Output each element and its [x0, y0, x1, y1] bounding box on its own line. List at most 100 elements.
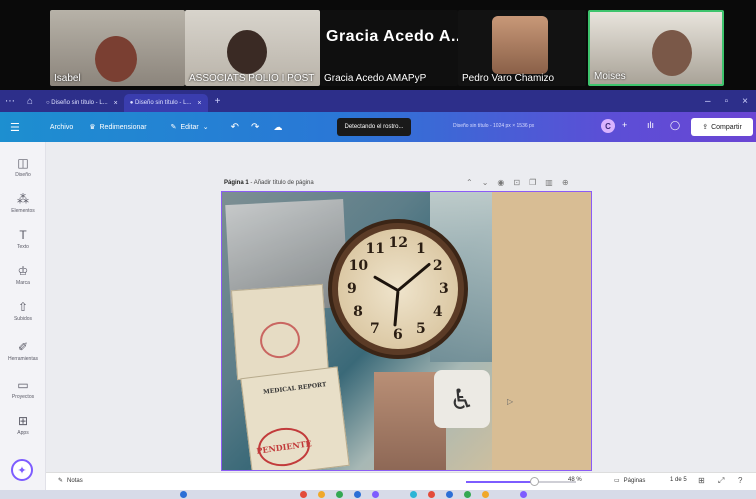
- more-icon[interactable]: ⋯: [0, 96, 20, 107]
- lock-icon[interactable]: ⊡: [513, 178, 520, 187]
- minimize-icon[interactable]: –: [705, 96, 711, 107]
- clock-numeral: 10: [348, 258, 369, 274]
- pages-button[interactable]: ▭ Páginas: [614, 477, 645, 485]
- taskbar-app-icon[interactable]: [520, 491, 527, 498]
- taskbar-app-icon[interactable]: [410, 491, 417, 498]
- sidebar-item-label: Diseño: [15, 172, 31, 178]
- sidebar-item-apps[interactable]: ⊞ Apps: [0, 414, 46, 436]
- participant-name: Gracia Acedo AMAPyP: [324, 73, 427, 84]
- help-icon[interactable]: ?: [738, 476, 742, 485]
- chart-icon[interactable]: ılı: [647, 120, 654, 130]
- taskbar-app-icon[interactable]: [180, 491, 187, 498]
- sidebar-item-label: Texto: [17, 244, 29, 250]
- grid-view-icon[interactable]: ⊞: [698, 476, 705, 485]
- participant-display-name: Gracia Acedo A...: [326, 28, 458, 45]
- crown-icon: ♛: [89, 124, 96, 131]
- zoom-slider-handle[interactable]: [530, 477, 540, 486]
- folder-icon: ▭: [17, 378, 29, 392]
- comment-icon[interactable]: ◯: [670, 120, 680, 131]
- fullscreen-icon[interactable]: ⤢: [718, 476, 724, 486]
- sidebar-item-brand[interactable]: ♔ Marca: [0, 264, 46, 286]
- os-taskbar: [0, 490, 756, 499]
- design-page[interactable]: MEDICAL REPORT PENDIENTE 12 1 2 3 4 5 6 7 8 9 10 11…: [221, 191, 592, 471]
- participant-video: [492, 16, 548, 74]
- taskbar-app-icon[interactable]: [354, 491, 361, 498]
- magic-assistant-button[interactable]: ✦: [11, 459, 33, 481]
- taskbar-app-icon[interactable]: [336, 491, 343, 498]
- browser-tab[interactable]: ○ Diseño sin título - L... ×: [40, 94, 124, 112]
- sidebar-item-design[interactable]: ◫ Diseño: [0, 156, 46, 178]
- clock-numeral: 9: [347, 281, 357, 297]
- collage-artwork[interactable]: MEDICAL REPORT PENDIENTE 12 1 2 3 4 5 6 7 8 9 10 11…: [222, 192, 492, 470]
- cloud-save-icon[interactable]: ☁: [273, 122, 282, 133]
- page-title[interactable]: Página 1 - Añadir título de página: [224, 180, 314, 186]
- zoom-level[interactable]: 48 %: [568, 477, 582, 483]
- file-menu-button[interactable]: Archivo: [50, 124, 73, 131]
- page-number: Página 1: [224, 180, 249, 186]
- wheelchair-icon: ♿: [434, 370, 490, 428]
- clock-hand: [373, 275, 399, 292]
- taskbar-app-icon[interactable]: [372, 491, 379, 498]
- participant-tile-gracia[interactable]: Gracia Acedo A... Gracia Acedo AMAPyP: [320, 10, 458, 86]
- clock-hand: [393, 290, 400, 327]
- close-window-icon[interactable]: ×: [742, 96, 748, 107]
- participant-name: ASSOCIATS POLIO I POST: [189, 73, 315, 84]
- zoom-slider[interactable]: [466, 477, 576, 486]
- add-icon[interactable]: +: [622, 120, 627, 130]
- resize-button[interactable]: ♛ Redimensionar: [89, 123, 146, 132]
- participant-tile-pedro[interactable]: Pedro Varo Chamizo: [458, 10, 586, 86]
- clock-numeral: 5: [416, 320, 426, 337]
- pencil-icon: ✎: [170, 124, 177, 131]
- notes-label: Notas: [67, 477, 83, 484]
- share-button[interactable]: ⇪ Compartir: [691, 118, 753, 136]
- clock-numeral: 2: [432, 258, 443, 274]
- sidebar-item-text[interactable]: T Texto: [0, 228, 46, 250]
- document-title[interactable]: Diseño sin título - 1024 px × 1536 px: [453, 123, 534, 129]
- sidebar-item-label: Herramientas: [7, 356, 38, 362]
- sidebar-item-elements[interactable]: ⁂ Elementos: [0, 192, 46, 214]
- taskbar-app-icon[interactable]: [318, 491, 325, 498]
- add-page-icon[interactable]: ⊕: [562, 178, 569, 187]
- bottom-bar: ✎ Notas 48 % ▭ Páginas 1 de 5 ⊞ ⤢ ?: [46, 472, 756, 490]
- taskbar-app-icon[interactable]: [464, 491, 471, 498]
- sidebar-item-uploads[interactable]: ⇧ Subidos: [0, 300, 46, 322]
- eye-icon[interactable]: ◉: [497, 178, 504, 187]
- undo-button[interactable]: ↶: [231, 122, 239, 133]
- browser-tab-active[interactable]: ● Diseño sin título - L... ×: [123, 94, 208, 112]
- chevron-down-icon[interactable]: ⌄: [482, 178, 489, 187]
- tab-label: Diseño sin título - L...: [51, 100, 108, 106]
- browser-tab-bar: ⋯ ⌂ ○ Diseño sin título - L... × ● Diseñ…: [0, 90, 756, 112]
- clock-numeral: 8: [353, 304, 363, 320]
- participant-tile-moises[interactable]: Moises: [588, 10, 724, 86]
- taskbar-app-icon[interactable]: [300, 491, 307, 498]
- notes-button[interactable]: ✎ Notas: [58, 477, 83, 485]
- maximize-icon[interactable]: ▫: [725, 96, 729, 107]
- participant-tile-associats[interactable]: ASSOCIATS POLIO I POST: [185, 10, 320, 86]
- sidebar-item-label: Subidos: [13, 316, 33, 322]
- clock-hand: [397, 262, 432, 292]
- sidebar-item-label: Elementos: [11, 208, 35, 214]
- trash-icon[interactable]: ▥: [545, 178, 553, 187]
- taskbar-app-icon[interactable]: [428, 491, 435, 498]
- sidebar-item-tools[interactable]: ✐ Herramientas: [0, 340, 46, 362]
- participant-tile-isabel[interactable]: Isabel: [50, 10, 185, 86]
- close-icon[interactable]: ×: [197, 100, 201, 107]
- menu-icon[interactable]: ☰: [10, 121, 20, 134]
- taskbar-app-icon[interactable]: [446, 491, 453, 498]
- duplicate-icon[interactable]: ❐: [529, 178, 536, 187]
- elements-icon: ⁂: [17, 192, 29, 206]
- participant-name: Isabel: [54, 73, 81, 84]
- pages-icon: ▭: [614, 478, 620, 484]
- home-icon[interactable]: ⌂: [20, 96, 40, 107]
- sidebar-item-label: Apps: [17, 430, 29, 436]
- chevron-down-icon: ⌄: [202, 124, 209, 131]
- participant-video: [652, 30, 692, 76]
- sidebar-item-projects[interactable]: ▭ Proyectos: [0, 378, 46, 400]
- new-tab-icon[interactable]: +: [208, 96, 228, 107]
- close-icon[interactable]: ×: [114, 100, 118, 107]
- redo-button[interactable]: ↷: [251, 122, 259, 133]
- taskbar-app-icon[interactable]: [482, 491, 489, 498]
- chevron-up-icon[interactable]: ⌃: [466, 178, 473, 187]
- edit-button[interactable]: ✎ Editar ⌄: [170, 123, 209, 132]
- user-avatar[interactable]: C: [601, 119, 615, 133]
